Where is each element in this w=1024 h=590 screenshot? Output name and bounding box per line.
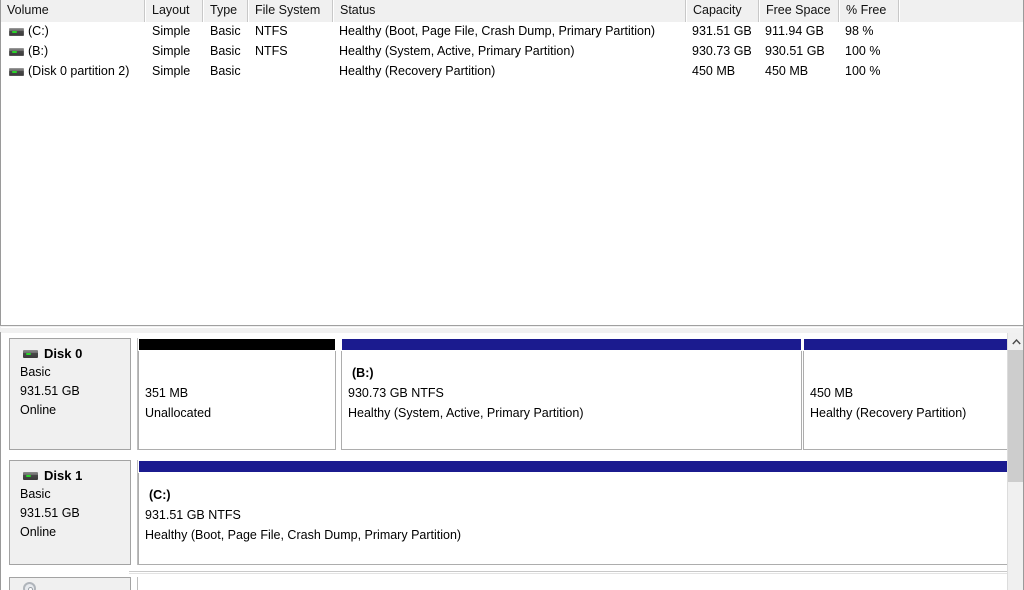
cdrom-info-panel[interactable] [9, 577, 131, 590]
cell-file-system: NTFS [255, 24, 288, 38]
cell-layout: Simple [152, 64, 191, 78]
partition-status: Healthy (System, Active, Primary Partiti… [348, 406, 584, 420]
graphical-view-pane: Disk 0 Basic 931.51 GB Online 351 MB Unalloc… [0, 333, 1024, 590]
partition-color-bar [341, 338, 802, 351]
pane-splitter[interactable] [0, 325, 1024, 333]
cell-status: Healthy (Boot, Page File, Crash Dump, Pr… [339, 24, 656, 38]
cell-type: Basic [210, 24, 241, 38]
partition-size: 351 MB [145, 386, 189, 400]
partition-color-bar [803, 338, 1008, 351]
graphical-view-scrollbar[interactable] [1007, 333, 1024, 590]
partition-size: 930.73 GB NTFS [348, 386, 444, 400]
cdrom-row[interactable] [9, 577, 1008, 590]
cell-capacity: 450 MB [692, 64, 736, 78]
partition-block[interactable]: 351 MB Unallocated [138, 338, 336, 450]
partition-details: 450 MB Healthy (Recovery Partition) [803, 351, 1008, 450]
disk-info-panel[interactable]: Disk 0 Basic 931.51 GB Online [9, 338, 131, 450]
disk-info-panel[interactable]: Disk 1 Basic 931.51 GB Online [9, 460, 131, 565]
partition-color-bar [138, 460, 1008, 473]
disk-icon [23, 350, 38, 358]
cell-volume: (C:) [28, 24, 49, 38]
cell-type: Basic [210, 64, 241, 78]
cell-free-space: 911.94 GB [765, 24, 824, 38]
cell-status: Healthy (Recovery Partition) [339, 64, 496, 78]
column-header-status[interactable]: Status [333, 0, 686, 22]
partition-details: (C:) 931.51 GB NTFS Healthy (Boot, Page Fi… [138, 473, 1008, 565]
column-header-file-system[interactable]: File System [248, 0, 333, 22]
cdrom-strip [137, 577, 1008, 590]
disk-title: Disk 0 [10, 345, 130, 363]
partition-block[interactable]: 450 MB Healthy (Recovery Partition) [803, 338, 1008, 450]
disk-row: Disk 0 Basic 931.51 GB Online 351 MB Unalloc… [9, 338, 1008, 450]
partition-details: (B:) 930.73 GB NTFS Healthy (System, Activ… [341, 351, 802, 450]
cell-layout: Simple [152, 44, 191, 58]
cdrom-icon [23, 582, 36, 590]
cell-capacity: 930.73 GB [692, 44, 752, 58]
partition-status: Unallocated [145, 406, 212, 420]
cell-capacity: 931.51 GB [692, 24, 752, 38]
cell-file-system [255, 62, 334, 82]
partition-status: Healthy (Boot, Page File, Crash Dump, Pr… [145, 528, 462, 542]
disk-type: Basic [20, 365, 51, 379]
scroll-up-button[interactable] [1008, 333, 1024, 350]
volume-list-rows: (C:) Simple Basic NTFS Healthy (Boot, Page F… [1, 22, 1023, 82]
scrollbar-thumb[interactable] [1008, 350, 1024, 482]
volume-icon [9, 28, 24, 36]
volume-list-header: Volume Layout Type File System Status Capacit… [1, 0, 1023, 22]
volume-list-pane: Volume Layout Type File System Status Capacit… [0, 0, 1024, 325]
disk-title: Disk 1 [10, 467, 130, 485]
scrollbar-track[interactable] [1008, 482, 1024, 590]
partition-label: (B:) [352, 366, 374, 380]
volume-icon [9, 48, 24, 56]
column-header-layout[interactable]: Layout [145, 0, 203, 22]
partition-strip: 351 MB Unallocated (B:) 930.73 GB NTFS Healt… [137, 338, 1008, 450]
partition-label: (C:) [149, 488, 171, 502]
cell-free-space: 930.51 GB [765, 44, 825, 58]
partition-label-spacer [810, 363, 1008, 383]
partition-details: 351 MB Unallocated [138, 351, 336, 450]
column-header--free[interactable]: % Free [839, 0, 899, 22]
cell-percent-free: 100 % [845, 44, 881, 58]
cell-volume: (B:) [28, 44, 49, 58]
volume-icon [9, 68, 24, 76]
disk-row-separator [129, 571, 1008, 574]
cell-percent-free: 98 % [845, 24, 874, 38]
cell-free-space: 450 MB [765, 64, 809, 78]
partition-strip: (C:) 931.51 GB NTFS Healthy (Boot, Page Fi… [137, 460, 1008, 565]
table-row[interactable]: (C:) Simple Basic NTFS Healthy (Boot, Page F… [1, 22, 1023, 42]
disk-capacity: 931.51 GB [20, 384, 80, 398]
graphical-view-content: Disk 0 Basic 931.51 GB Online 351 MB Unalloc… [1, 333, 1008, 590]
partition-color-bar [138, 338, 336, 351]
column-header-volume[interactable]: Volume [1, 0, 145, 22]
disk-state: Online [20, 525, 57, 539]
disk-management-window: Volume Layout Type File System Status Capacit… [0, 0, 1024, 590]
partition-size: 931.51 GB NTFS [145, 508, 241, 522]
disk-capacity: 931.51 GB [20, 506, 80, 520]
partition-block[interactable]: (C:) 931.51 GB NTFS Healthy (Boot, Page Fi… [138, 460, 1008, 565]
cell-type: Basic [210, 44, 241, 58]
partition-block[interactable]: (B:) 930.73 GB NTFS Healthy (System, Activ… [341, 338, 802, 450]
cell-file-system: NTFS [255, 44, 288, 58]
cell-volume: (Disk 0 partition 2) [28, 64, 130, 78]
column-header-spacer[interactable] [899, 0, 1023, 22]
cell-status: Healthy (System, Active, Primary Partiti… [339, 44, 575, 58]
table-row[interactable]: (B:) Simple Basic NTFS Healthy (System, Acti… [1, 42, 1023, 62]
disk-state: Online [20, 403, 57, 417]
column-header-free-space[interactable]: Free Space [759, 0, 839, 22]
disk-icon [23, 472, 38, 480]
cell-percent-free: 100 % [845, 64, 881, 78]
disk-type: Basic [20, 487, 51, 501]
disk-row: Disk 1 Basic 931.51 GB Online (C:) 931.51 GB … [9, 460, 1008, 565]
table-row[interactable]: (Disk 0 partition 2) Simple Basic Healthy (… [1, 62, 1023, 82]
partition-label-spacer [145, 363, 335, 383]
cell-layout: Simple [152, 24, 191, 38]
chevron-up-icon [1011, 338, 1021, 345]
partition-status: Healthy (Recovery Partition) [810, 406, 967, 420]
partition-size: 450 MB [810, 386, 854, 400]
column-header-capacity[interactable]: Capacity [686, 0, 759, 22]
column-header-type[interactable]: Type [203, 0, 248, 22]
